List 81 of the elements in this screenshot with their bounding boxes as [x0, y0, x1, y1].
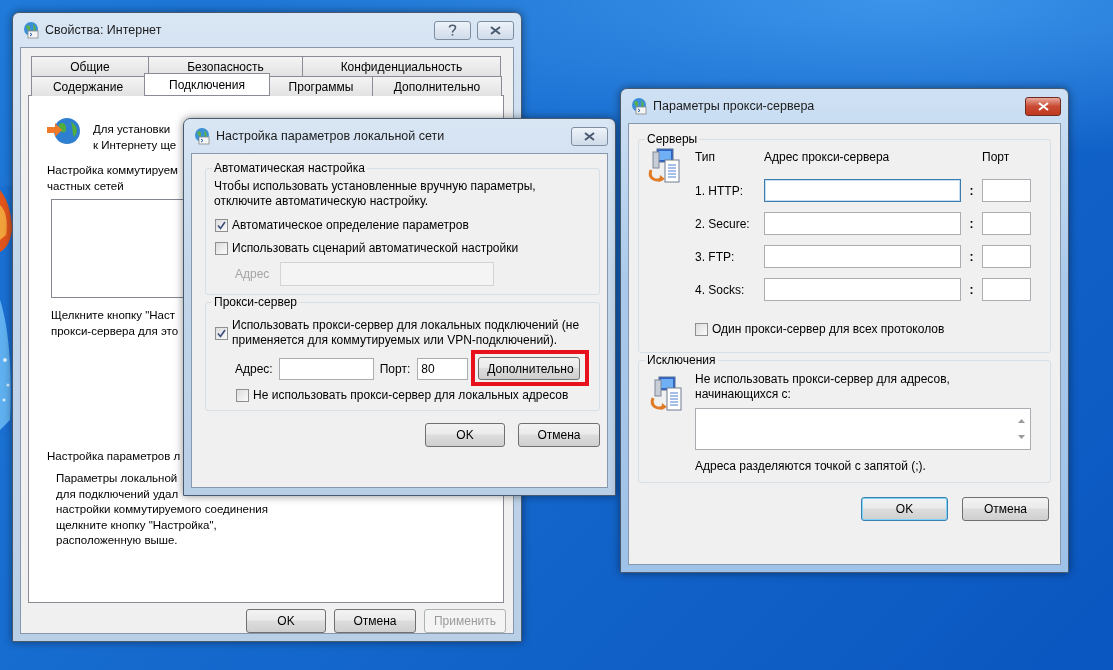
section-label: Настройка коммутируем частных сетей [47, 163, 178, 194]
field-label: Адрес [235, 267, 270, 281]
description-text: Для установки к Интернету ще [93, 122, 177, 153]
port-field[interactable] [982, 179, 1031, 202]
close-button[interactable] [571, 126, 608, 146]
port-field[interactable] [982, 278, 1031, 301]
globe-icon [22, 21, 40, 39]
protocol-label: 4. Socks: [695, 282, 746, 297]
dialog-button[interactable]: Отмена [518, 423, 600, 447]
field-label: Адрес: [235, 361, 273, 376]
field-label: Порт: [379, 361, 411, 376]
separator-text: : [968, 216, 975, 231]
help-button[interactable] [434, 20, 471, 40]
hint-text: Адреса разделяются точкой с запятой (;). [695, 459, 927, 474]
dialog-button[interactable]: OK [861, 497, 948, 521]
port-field[interactable] [982, 212, 1031, 235]
protocol-label: 3. FTP: [695, 249, 736, 264]
tab[interactable]: Конфиденциальность [302, 56, 501, 76]
separator-text: : [968, 282, 975, 297]
protocol-label: 1. HTTP: [695, 183, 744, 198]
close-icon [490, 25, 501, 35]
port-field[interactable]: 80 [417, 357, 469, 380]
address-field[interactable] [278, 357, 374, 380]
section-label: Настройка параметров л [47, 449, 181, 464]
window-title: Параметры прокси-сервера [653, 99, 816, 113]
group-title: Автоматическая настройка [213, 161, 366, 175]
tab[interactable]: Программы [269, 76, 373, 96]
address-field[interactable] [764, 179, 961, 202]
hint-text: Щелкните кнопку "Наст прокси-сервера для это [51, 308, 179, 339]
tab[interactable]: Безопасность [148, 56, 303, 76]
tab[interactable]: Подключения [144, 73, 270, 95]
port-field[interactable] [982, 245, 1031, 268]
close-button[interactable] [477, 20, 514, 40]
globe-icon [193, 127, 211, 145]
help-icon [448, 24, 457, 36]
checkbox-label: Автоматическое определение параметров [232, 218, 469, 232]
description-text: Параметры локальной для подключений удал настройки коммутируемого соединения щелкните кнопку "Настройка", расположенную выше. [56, 471, 268, 548]
group-title: Исключения [646, 353, 717, 367]
close-button[interactable] [1025, 96, 1061, 116]
address-field[interactable] [764, 278, 961, 301]
description-text: Чтобы использовать установленные вручную параметры, отключите автоматическую настройку. [214, 179, 537, 209]
dialog-button[interactable]: Отмена [334, 609, 416, 633]
column-header: Адрес прокси-сервера [764, 149, 891, 166]
tab[interactable]: Содержание [31, 76, 145, 96]
checkbox-label: Использовать сценарий автоматической настройки [232, 241, 519, 255]
dialog-button[interactable]: Отмена [962, 497, 1049, 521]
checkbox-label: Не использовать прокси-сервер для локальных адресов [253, 388, 569, 402]
connections-list[interactable] [51, 199, 183, 298]
separator-text: : [968, 183, 975, 198]
checkbox[interactable] [215, 218, 228, 232]
address-field[interactable] [764, 212, 961, 235]
protocol-label: 2. Secure: [695, 216, 751, 231]
tab[interactable]: Общие [31, 56, 149, 76]
check-icon [217, 328, 226, 338]
checkbox[interactable] [695, 322, 708, 336]
group-title: Серверы [646, 132, 699, 146]
separator-text: : [968, 249, 975, 264]
exceptions-field[interactable] [695, 408, 1031, 450]
group-title: Прокси-сервер [213, 295, 298, 309]
column-header: Тип [695, 149, 716, 166]
close-icon [584, 131, 595, 141]
column-header: Порт [982, 149, 1011, 166]
check-icon [217, 220, 226, 230]
checkbox[interactable] [215, 326, 228, 340]
dialog-button[interactable]: OK [425, 423, 505, 447]
window-title: Настройка параметров локальной сети [216, 129, 446, 143]
network-icon [647, 148, 683, 186]
window-title: Свойства: Интернет [45, 23, 163, 37]
advanced-button[interactable]: Дополнительно [478, 357, 581, 380]
globe-icon [45, 116, 83, 146]
dialog-button[interactable]: OK [246, 609, 326, 633]
globe-icon [630, 97, 648, 115]
network-icon [649, 376, 685, 414]
checkbox-label: Использовать прокси-сервер для локальных подключений (не применяется для коммутируемых или VPN-подключений). [232, 318, 580, 348]
description-text: Не использовать прокси-сервер для адресов, начинающихся с: [695, 372, 951, 402]
address-field[interactable] [764, 245, 961, 268]
checkbox[interactable] [215, 241, 228, 255]
checkbox-label: Один прокси-сервер для всех протоколов [712, 322, 945, 336]
tab[interactable]: Дополнительно [372, 76, 502, 96]
checkbox[interactable] [236, 388, 249, 402]
close-icon [1037, 101, 1049, 111]
